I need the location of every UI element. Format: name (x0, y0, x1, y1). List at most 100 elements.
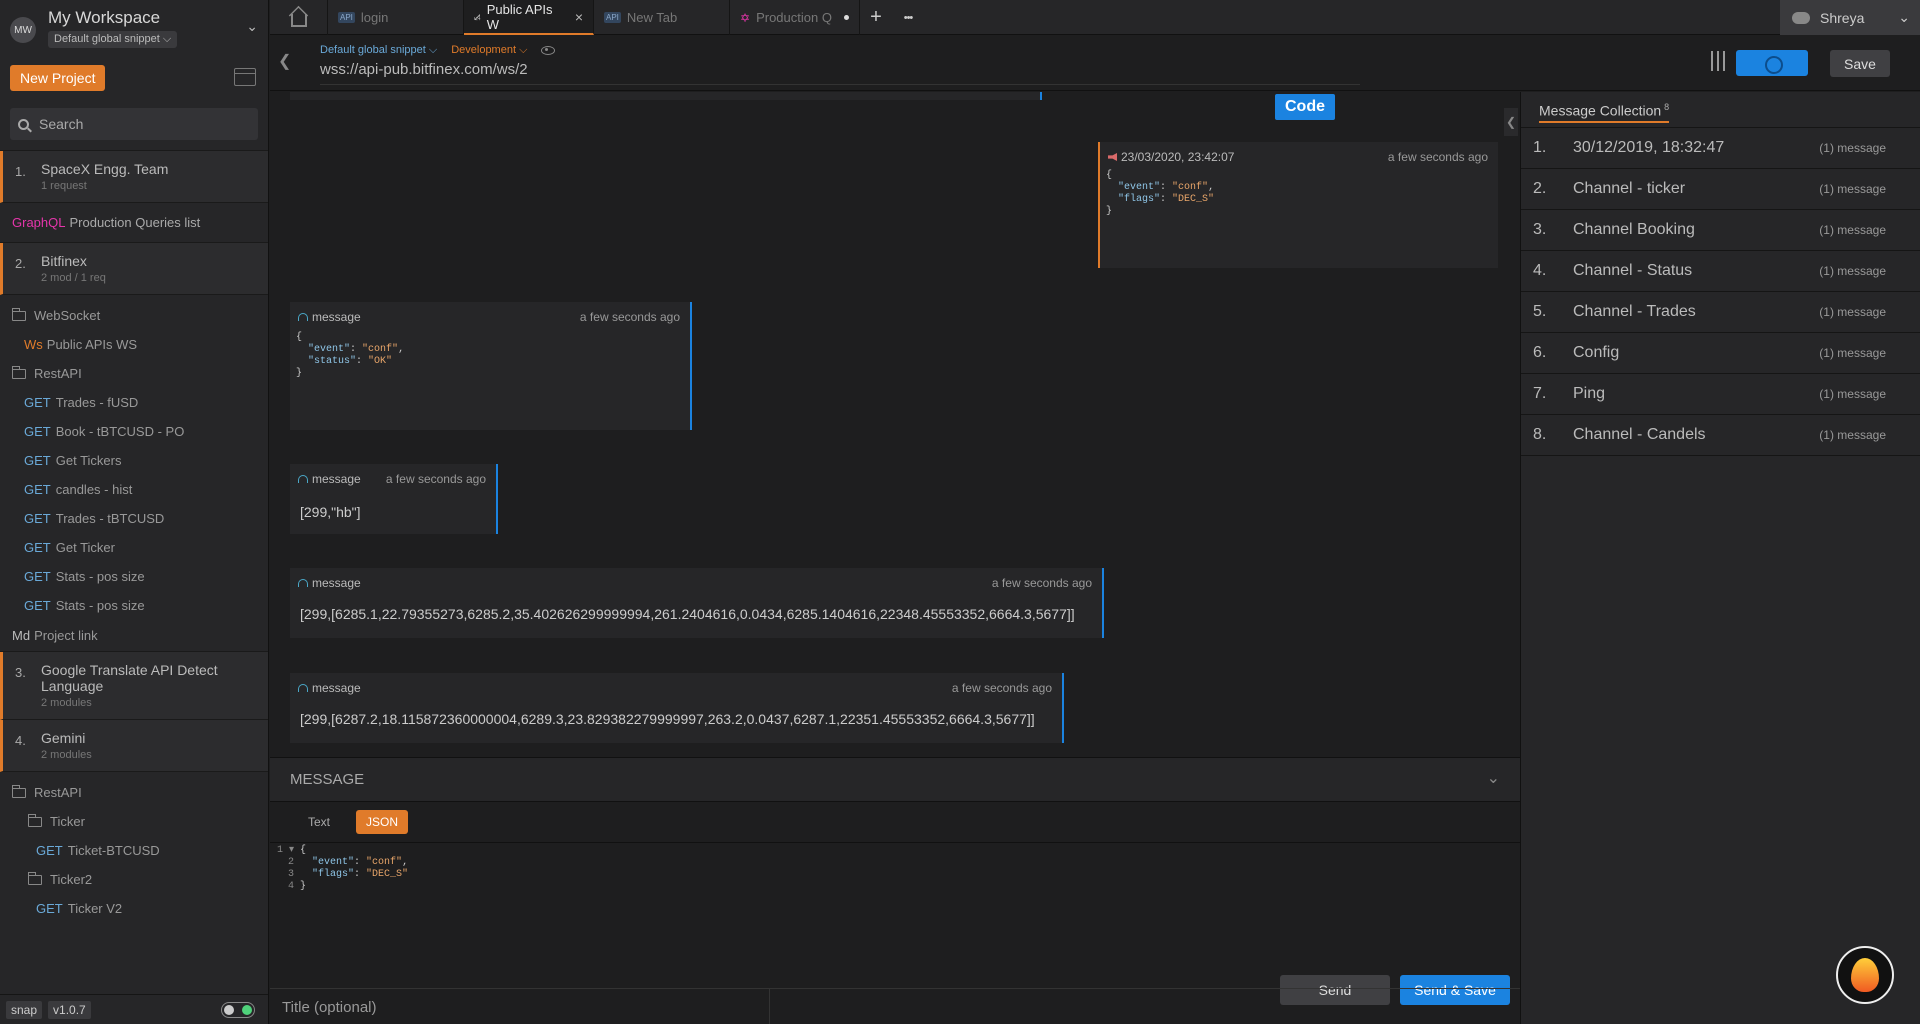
message-section-header[interactable]: MESSAGE ⌄ (270, 757, 1520, 802)
received-message-card[interactable]: message a few seconds ago [299,[6285.1,2… (290, 568, 1104, 638)
chevron-down-icon[interactable]: ⌄ (246, 18, 258, 35)
code-content[interactable]: { "event": "conf", "flags": "DEC_S" } (300, 845, 408, 893)
request-bar: ❮ Default global snippet ⌵ Development ⌵… (270, 35, 1920, 91)
format-json-button[interactable]: JSON (356, 810, 409, 834)
search-input[interactable]: Search (10, 108, 258, 140)
project-gemini[interactable]: 4. Gemini 2 modules (0, 720, 268, 772)
headphones-icon (298, 684, 308, 692)
tab-public-apis[interactable]: ⦯ Public APIs W × (464, 0, 594, 35)
app-name: snap (6, 1000, 43, 1019)
folder-label: Ticker2 (50, 872, 93, 887)
headphones-icon (298, 313, 308, 321)
item-number: 5. (1533, 303, 1547, 320)
request-item[interactable]: GET Stats - pos size (0, 591, 268, 620)
tab-label: New Tab (626, 10, 678, 25)
collection-count: 8 (1664, 102, 1670, 112)
workspace-snippet-select[interactable]: Default global snippet ⌵ (48, 31, 178, 48)
folder-websocket[interactable]: WebSocket (0, 301, 268, 330)
message-label: message (312, 681, 361, 695)
collection-item[interactable]: 2. Channel - ticker (1) message (1521, 169, 1920, 210)
sidebar-footer: snap v1.0.7 (0, 994, 268, 1024)
project-name: Bitfinex (41, 253, 87, 269)
request-item[interactable]: GET Get Tickers (0, 446, 268, 475)
fire-button[interactable] (1836, 946, 1894, 1004)
method-badge: GET (24, 540, 51, 555)
tab-label: Production Q (756, 10, 832, 25)
code-button[interactable]: Code (1275, 94, 1335, 120)
collection-item[interactable]: 8. Channel - Candels (1) message (1521, 415, 1920, 456)
title-input[interactable] (270, 989, 770, 1024)
theme-toggle[interactable] (221, 1002, 255, 1018)
home-tab[interactable] (270, 0, 328, 35)
tab-message-collection[interactable]: Message Collection 8 (1539, 102, 1670, 123)
snippet-select[interactable]: Default global snippet ⌵ (320, 44, 437, 57)
more-tabs-button[interactable]: ••• (892, 0, 924, 35)
request-item[interactable]: GET candles - hist (0, 475, 268, 504)
item-label: Production Queries list (69, 215, 201, 230)
folder-restapi[interactable]: RestAPI (0, 778, 268, 807)
workspace-name[interactable]: My Workspace (48, 8, 177, 28)
item-count: (1) message (1819, 223, 1886, 237)
request-item[interactable]: GET Get Ticker (0, 533, 268, 562)
chevron-down-icon[interactable]: ⌄ (1487, 768, 1500, 788)
collection-item[interactable]: 4. Channel - Status (1) message (1521, 251, 1920, 292)
sent-message-card[interactable]: 23/03/2020, 23:42:07 a few seconds ago {… (1098, 142, 1498, 268)
collapse-sidebar-icon[interactable]: ❮ (278, 51, 291, 71)
user-name: Shreya (1820, 9, 1865, 26)
eye-icon[interactable] (541, 46, 556, 55)
received-message-card[interactable]: message a few seconds ago [299,[6287.2,1… (290, 673, 1064, 743)
request-item[interactable]: Ws Public APIs WS (0, 330, 268, 359)
project-bitfinex[interactable]: 2. Bitfinex 2 mod / 1 req (0, 243, 268, 295)
message-body: [299,"hb"] (300, 504, 361, 520)
project-number: 4. (15, 733, 26, 748)
new-tab-button[interactable]: + (860, 0, 892, 35)
close-icon[interactable]: × (575, 9, 583, 25)
request-item[interactable]: GET Ticket-BTCUSD (0, 836, 268, 865)
message-label: message (312, 472, 361, 486)
tab-new[interactable]: API New Tab (594, 0, 730, 35)
collection-item[interactable]: 7. Ping (1) message (1521, 374, 1920, 415)
project-number: 3. (15, 665, 26, 680)
code-snippet-icon[interactable] (234, 68, 256, 86)
item-count: (1) message (1819, 264, 1886, 278)
tab-login[interactable]: API login (328, 0, 464, 35)
folder-ticker2[interactable]: Ticker2 (0, 865, 268, 894)
received-message-card[interactable]: message a few seconds ago { "event": "co… (290, 302, 692, 430)
markdown-item[interactable]: Md Project link (0, 620, 268, 652)
received-message-card[interactable]: message a few seconds ago [299,"hb"] (290, 464, 498, 534)
new-project-button[interactable]: New Project (10, 65, 106, 91)
collapse-panel-icon[interactable]: ❮ (1504, 108, 1518, 136)
folder-ticker[interactable]: Ticker (0, 807, 268, 836)
connect-toggle-button[interactable] (1736, 50, 1808, 76)
user-menu[interactable]: Shreya ⌄ (1780, 0, 1920, 35)
method-badge: Md (12, 628, 31, 643)
request-item[interactable]: GET Trades - tBTCUSD (0, 504, 268, 533)
graphql-item[interactable]: GraphQL Production Queries list (0, 203, 268, 243)
settings-sliders-icon[interactable] (1708, 51, 1728, 71)
request-item[interactable]: GET Stats - pos size (0, 562, 268, 591)
request-label: Get Tickers (55, 453, 122, 468)
project-name: SpaceX Engg. Team (41, 161, 169, 177)
avatar[interactable]: MW (10, 17, 36, 43)
item-label: Channel - Candels (1573, 426, 1706, 443)
save-button[interactable]: Save (1830, 50, 1890, 77)
collection-item[interactable]: 5. Channel - Trades (1) message (1521, 292, 1920, 333)
project-spacex[interactable]: 1. SpaceX Engg. Team 1 request (0, 151, 268, 203)
request-item[interactable]: GET Book - tBTCUSD - PO (0, 417, 268, 446)
request-item[interactable]: GET Ticker V2 (0, 894, 268, 923)
collection-item[interactable]: 1. 30/12/2019, 18:32:47 (1) message (1521, 128, 1920, 169)
tab-production-queries[interactable]: ✡ Production Q (730, 0, 860, 35)
collection-item[interactable]: 3. Channel Booking (1) message (1521, 210, 1920, 251)
item-label: Channel - Trades (1573, 303, 1696, 320)
workspace-header[interactable]: MW My Workspace Default global snippet ⌵… (0, 0, 268, 56)
collection-item[interactable]: 6. Config (1) message (1521, 333, 1920, 374)
environment-select[interactable]: Development ⌵ (451, 44, 527, 57)
folder-icon (12, 307, 26, 321)
folder-restapi[interactable]: RestAPI (0, 359, 268, 388)
request-item[interactable]: GET Trades - fUSD (0, 388, 268, 417)
format-text-button[interactable]: Text (298, 810, 340, 834)
unsaved-dot-icon (843, 15, 849, 20)
url-input[interactable]: wss://api-pub.bitfinex.com/ws/2 (320, 61, 1360, 85)
code-editor[interactable]: 1 ▾ 2 3 4 { "event": "conf", "flags": "DEC_… (270, 842, 1520, 893)
project-google-translate[interactable]: 3. Google Translate API Detect Language … (0, 652, 268, 720)
